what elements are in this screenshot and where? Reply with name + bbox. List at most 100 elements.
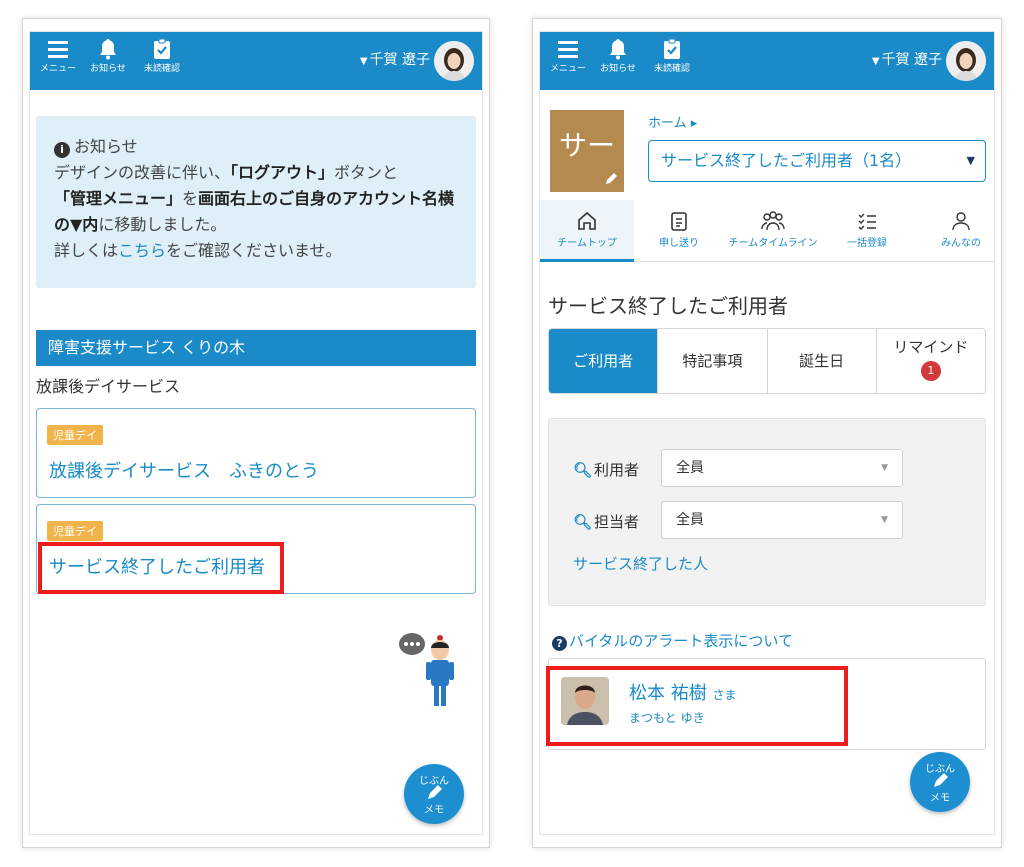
- menu-label: メニュー: [39, 64, 76, 74]
- notice-title: お知らせ: [74, 137, 138, 156]
- tab-label: 一括登録: [847, 238, 887, 249]
- unread-button[interactable]: 未読確認: [646, 36, 698, 86]
- notice-button[interactable]: お知らせ: [592, 36, 644, 86]
- category-badge: 児童デイ: [47, 521, 103, 541]
- notice-text-2: ボタンと: [334, 163, 399, 182]
- tab-team-timeline[interactable]: チームタイムライン: [726, 200, 820, 262]
- facility-header: 障害支援サービス くりの木: [36, 330, 476, 366]
- caret-down-icon: ▼: [881, 515, 888, 525]
- notice-label: お知らせ: [90, 64, 126, 74]
- notice-title-row: i お知らせ: [54, 134, 458, 160]
- memo-bottom-label: メモ: [930, 793, 950, 804]
- menu-button[interactable]: メニュー: [32, 36, 84, 86]
- people-group-icon: [761, 211, 785, 231]
- user-avatar[interactable]: [946, 41, 986, 81]
- user-filter-text: 利用者: [594, 461, 640, 479]
- notice-text-6: をご確認くださいませ。: [166, 241, 342, 260]
- list-segment-control: ご利用者 特記事項 誕生日 リマインド 1: [548, 328, 986, 394]
- self-memo-button[interactable]: じぶん メモ: [910, 752, 970, 812]
- staff-filter-text: 担当者: [594, 513, 640, 531]
- tab-handover[interactable]: 申し送り: [632, 200, 726, 262]
- notice-text-3: を: [182, 189, 199, 208]
- category-badge: 児童デイ: [47, 425, 103, 445]
- notice-text-5: 詳しくは: [54, 241, 119, 260]
- clipboard-list-icon: [671, 212, 687, 231]
- checklist-icon: [858, 213, 876, 230]
- vital-link-text: バイタルのアラート表示について: [569, 632, 793, 650]
- left-screen: メニュー お知らせ 未読確認 ▼ 千賀 遼子 i お知らせ デザインの改善に伴い、「…: [22, 18, 490, 848]
- bell-icon: [610, 39, 626, 60]
- edit-pencil-icon: [606, 173, 617, 184]
- breadcrumb[interactable]: ホーム ▸: [648, 112, 697, 131]
- team-card-title: 放課後デイサービス ふきのとう: [49, 461, 319, 482]
- logout-text: 「ログアウト」: [230, 163, 335, 182]
- notice-detail-link[interactable]: こちら: [118, 241, 166, 260]
- memo-bottom-label: メモ: [424, 805, 444, 816]
- hamburger-icon: [558, 41, 578, 58]
- menu-label: メニュー: [549, 64, 586, 74]
- segment-reminders[interactable]: リマインド 1: [875, 329, 985, 393]
- tab-bulk-register[interactable]: 一括登録: [820, 200, 914, 262]
- team-card[interactable]: 児童デイ 放課後デイサービス ふきのとう: [36, 408, 476, 498]
- app-header: メニュー お知らせ 未読確認 ▼ 千賀 遼子: [30, 32, 482, 90]
- tab-label: チームトップ: [557, 238, 617, 249]
- unread-label: 未読確認: [653, 64, 690, 74]
- staff-filter-label: 🔍︎ 担当者: [573, 511, 639, 532]
- bell-icon: [100, 39, 116, 60]
- user-filter-label: 🔍︎ 利用者: [573, 459, 639, 480]
- home-icon: [578, 211, 596, 230]
- tab-label: チームタイムライン: [728, 238, 818, 249]
- user-menu[interactable]: ▼ 千賀 遼子: [360, 49, 430, 69]
- staff-character-illustration: [399, 633, 454, 706]
- notice-text-4: に移動しました。: [98, 215, 227, 234]
- user-filter-select[interactable]: 全員 ▼: [661, 449, 903, 487]
- tab-label: みんなの: [941, 238, 981, 249]
- ended-users-link[interactable]: サービス終了した人: [573, 553, 708, 574]
- tab-label: 申し送り: [659, 238, 699, 249]
- filter-panel: 🔍︎ 利用者 全員 ▼ 🔍︎ 担当者 全員 ▼ サービス終了した人: [548, 418, 986, 606]
- clipboard-check-icon: [664, 38, 680, 59]
- self-memo-button[interactable]: じぶん メモ: [404, 764, 464, 824]
- search-icon: 🔍︎: [573, 461, 593, 479]
- tab-team-top[interactable]: チームトップ: [540, 200, 634, 262]
- staff-filter-value: 全員: [676, 512, 704, 528]
- user-name: 千賀 遼子: [881, 52, 942, 68]
- segment-reminders-label: リマインド: [893, 338, 969, 356]
- highlight-box: [546, 666, 848, 746]
- team-icon-text: サー: [558, 129, 615, 162]
- question-circle-icon: ?: [552, 636, 567, 651]
- person-icon: [952, 212, 970, 231]
- right-screen: メニュー お知らせ 未読確認 ▼ 千賀 遼子 サー ホーム ▸ サービス終了したご…: [532, 18, 1002, 848]
- page-title: サービス終了したご利用者: [548, 294, 788, 318]
- caret-down-icon: ▼: [871, 56, 880, 67]
- user-name: 千賀 遼子: [369, 52, 430, 68]
- unread-label: 未読確認: [143, 64, 180, 74]
- search-icon: 🔍︎: [573, 513, 593, 531]
- admin-menu-text: 「管理メニュー」: [54, 189, 183, 208]
- caret-down-icon: ▼: [359, 56, 368, 67]
- segment-users[interactable]: ご利用者: [549, 329, 658, 393]
- caret-down-icon: ▼: [881, 463, 888, 473]
- hamburger-icon: [48, 41, 68, 58]
- staff-filter-select[interactable]: 全員 ▼: [661, 501, 903, 539]
- user-avatar[interactable]: [434, 41, 474, 81]
- tab-everyone[interactable]: みんなの: [914, 200, 994, 262]
- caret-down-icon: ▼: [966, 154, 975, 167]
- team-tabs: チームトップ 申し送り チームタイムライン 一括登録 みんなの: [540, 200, 994, 262]
- notice-button[interactable]: お知らせ: [82, 36, 134, 86]
- segment-birthdays[interactable]: 誕生日: [766, 329, 876, 393]
- menu-button[interactable]: メニュー: [542, 36, 594, 86]
- user-menu[interactable]: ▼ 千賀 遼子: [872, 49, 942, 69]
- team-select[interactable]: サービス終了したご利用者（1名） ▼: [648, 140, 986, 182]
- vital-alert-help-link[interactable]: ? バイタルのアラート表示について: [552, 630, 793, 651]
- notice-label: お知らせ: [600, 64, 636, 74]
- service-type-title: 放課後デイサービス: [36, 377, 181, 396]
- team-select-value: サービス終了したご利用者（1名）: [661, 151, 912, 170]
- notice-box: i お知らせ デザインの改善に伴い、「ログアウト」ボタンと 「管理メニュー」を画面…: [36, 116, 476, 288]
- segment-special-notes[interactable]: 特記事項: [657, 329, 766, 393]
- team-icon[interactable]: サー: [550, 110, 624, 192]
- clipboard-check-icon: [154, 38, 170, 59]
- notice-text: デザインの改善に伴い、「ログアウト」ボタンと 「管理メニュー」を画面右上のご自身…: [54, 160, 458, 264]
- unread-button[interactable]: 未読確認: [136, 36, 188, 86]
- reminder-count-badge: 1: [920, 361, 941, 381]
